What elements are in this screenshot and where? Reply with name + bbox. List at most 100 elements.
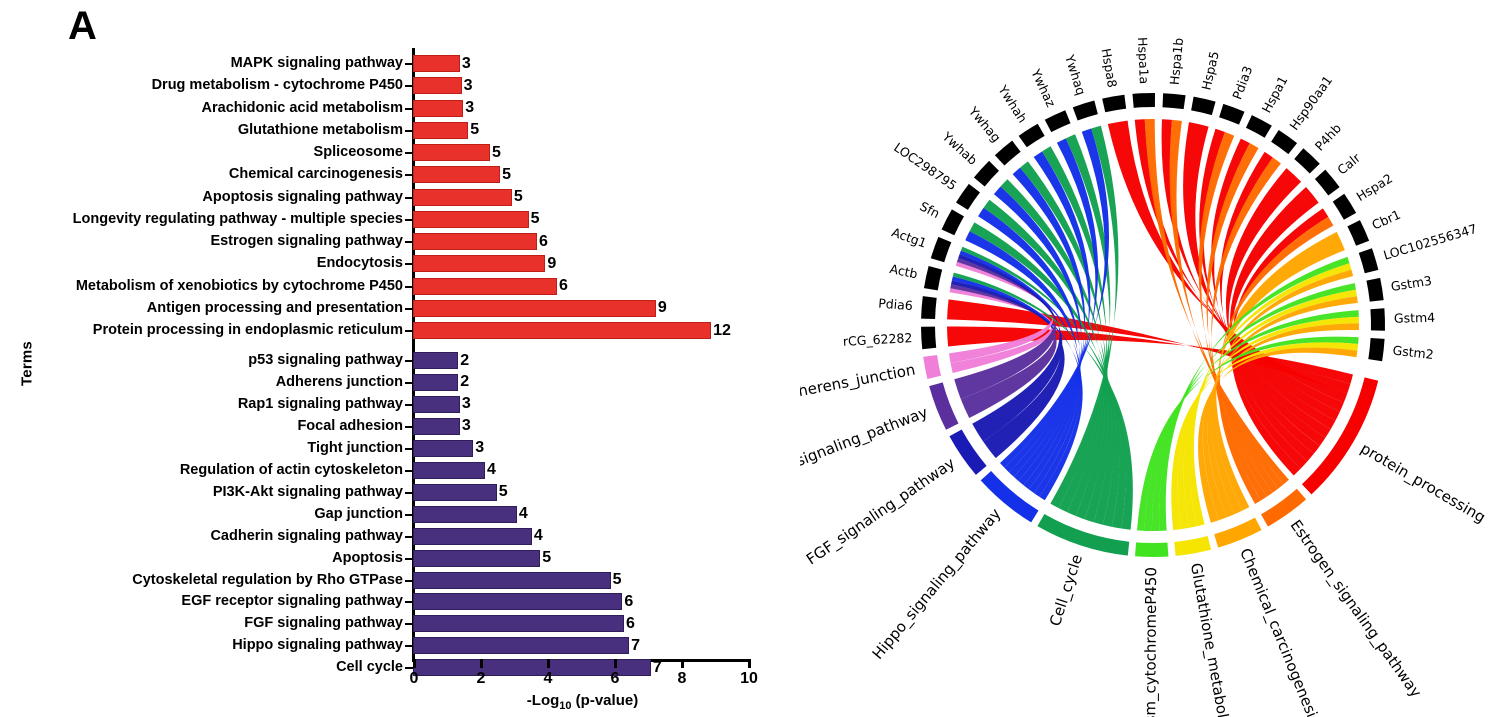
table-row[interactable]: 6 — [413, 593, 633, 611]
y-axis-tick — [405, 645, 413, 648]
bar-count-label: 5 — [470, 121, 480, 139]
table-row[interactable]: 9 — [413, 255, 556, 273]
gene-segment[interactable] — [1271, 130, 1298, 155]
table-row[interactable]: 3 — [413, 55, 471, 72]
table-row[interactable]: 5 — [413, 210, 539, 228]
pathway-segment[interactable] — [1214, 517, 1262, 548]
gene-segment[interactable] — [1347, 220, 1370, 246]
bar-purple[interactable] — [413, 615, 625, 633]
gene-segment[interactable] — [921, 296, 937, 320]
gene-segment[interactable] — [1162, 93, 1186, 110]
bar-purple[interactable] — [413, 483, 497, 501]
table-row[interactable]: 3 — [413, 99, 474, 117]
gene-segment[interactable] — [1219, 103, 1245, 125]
table-row[interactable]: 5 — [413, 549, 551, 567]
y-axis-tick — [405, 85, 413, 88]
table-row[interactable]: 7 — [413, 659, 662, 677]
table-row[interactable]: 3 — [413, 439, 484, 457]
gene-segment[interactable] — [1366, 277, 1384, 302]
gene-segment[interactable] — [1370, 308, 1385, 331]
bar-purple[interactable] — [413, 593, 623, 611]
table-row[interactable]: 2 — [413, 352, 469, 369]
table-row[interactable]: 12 — [413, 322, 731, 339]
bar-purple[interactable] — [413, 527, 532, 545]
bar-red[interactable] — [413, 233, 537, 250]
y-axis-tick — [405, 241, 413, 243]
bar-purple[interactable] — [413, 395, 460, 413]
gene-segment[interactable] — [1314, 169, 1340, 196]
bar-purple[interactable] — [413, 461, 486, 479]
table-row[interactable]: 4 — [413, 527, 543, 545]
table-row[interactable]: 6 — [413, 615, 635, 633]
gene-segment[interactable] — [930, 236, 952, 263]
bar-purple[interactable] — [413, 439, 474, 457]
gene-segment[interactable] — [973, 160, 999, 187]
bar-red[interactable] — [413, 210, 529, 228]
table-row[interactable]: 2 — [413, 373, 469, 391]
bar-red[interactable] — [413, 322, 712, 339]
gene-segment[interactable] — [1294, 148, 1320, 174]
pathway-segment[interactable] — [1135, 542, 1169, 558]
bar-red[interactable] — [413, 99, 464, 117]
gene-segment[interactable] — [1044, 110, 1071, 133]
bar-purple[interactable] — [413, 417, 460, 435]
gene-segment[interactable] — [1245, 115, 1272, 138]
table-row[interactable]: 7 — [413, 637, 640, 655]
bar-red[interactable] — [413, 277, 558, 295]
table-row[interactable]: 9 — [413, 299, 667, 317]
bar-purple[interactable] — [413, 505, 517, 523]
gene-segment[interactable] — [1332, 193, 1357, 220]
gene-segment[interactable] — [1132, 93, 1156, 108]
table-row[interactable]: 3 — [413, 77, 472, 95]
bar-purple[interactable] — [413, 373, 459, 391]
bar-red[interactable] — [413, 166, 501, 184]
panel-a-letter: A — [68, 4, 97, 48]
pathway-label: Glutathione_metabolism — [1186, 562, 1237, 717]
bar-purple[interactable] — [413, 352, 459, 369]
bar-purple[interactable] — [413, 571, 611, 589]
gene-label: Gstm3 — [1390, 273, 1433, 294]
gene-segment[interactable] — [1191, 96, 1216, 116]
bar-red[interactable] — [413, 299, 656, 317]
bar-red[interactable] — [413, 144, 491, 161]
bar-red[interactable] — [413, 77, 462, 95]
pathway-label: protein_processing — [1357, 439, 1489, 527]
gene-segment[interactable] — [994, 140, 1021, 166]
table-row[interactable]: 5 — [413, 571, 622, 589]
gene-label: Actb — [888, 261, 919, 281]
gene-segment[interactable] — [1072, 100, 1098, 121]
gene-segment[interactable] — [1368, 338, 1385, 362]
gene-segment[interactable] — [1358, 248, 1379, 274]
gene-segment[interactable] — [1018, 123, 1045, 148]
bar-purple[interactable] — [413, 637, 630, 655]
gene-segment[interactable] — [921, 326, 937, 350]
gene-segment[interactable] — [956, 183, 980, 210]
table-row[interactable]: 3 — [413, 395, 471, 413]
gene-segment[interactable] — [1102, 94, 1127, 113]
term-label: Apoptosis — [332, 549, 403, 566]
bar-purple[interactable] — [413, 549, 541, 567]
y-axis-tick — [405, 469, 413, 472]
table-row[interactable]: 5 — [413, 483, 508, 501]
table-row[interactable]: 5 — [413, 188, 523, 206]
table-row[interactable]: 4 — [413, 505, 528, 523]
table-row[interactable]: 4 — [413, 461, 496, 479]
gene-segment[interactable] — [923, 266, 943, 291]
pathway-segment[interactable] — [923, 354, 941, 380]
y-axis-tick — [405, 381, 413, 384]
table-row[interactable]: 5 — [413, 166, 511, 184]
bar-red[interactable] — [413, 255, 546, 273]
gene-segment[interactable] — [941, 209, 964, 236]
table-row[interactable]: 6 — [413, 233, 548, 250]
bar-red[interactable] — [413, 188, 512, 206]
table-row[interactable]: 3 — [413, 417, 471, 435]
bar-red[interactable] — [413, 121, 469, 139]
y-axis-tick — [405, 425, 413, 428]
table-row[interactable]: 5 — [413, 144, 501, 161]
bar-count-label: 12 — [713, 321, 731, 339]
pathway-segment[interactable] — [929, 382, 959, 430]
table-row[interactable]: 6 — [413, 277, 568, 295]
bar-red[interactable] — [413, 55, 460, 72]
table-row[interactable]: 5 — [413, 121, 480, 139]
pathway-segment[interactable] — [1174, 536, 1212, 556]
